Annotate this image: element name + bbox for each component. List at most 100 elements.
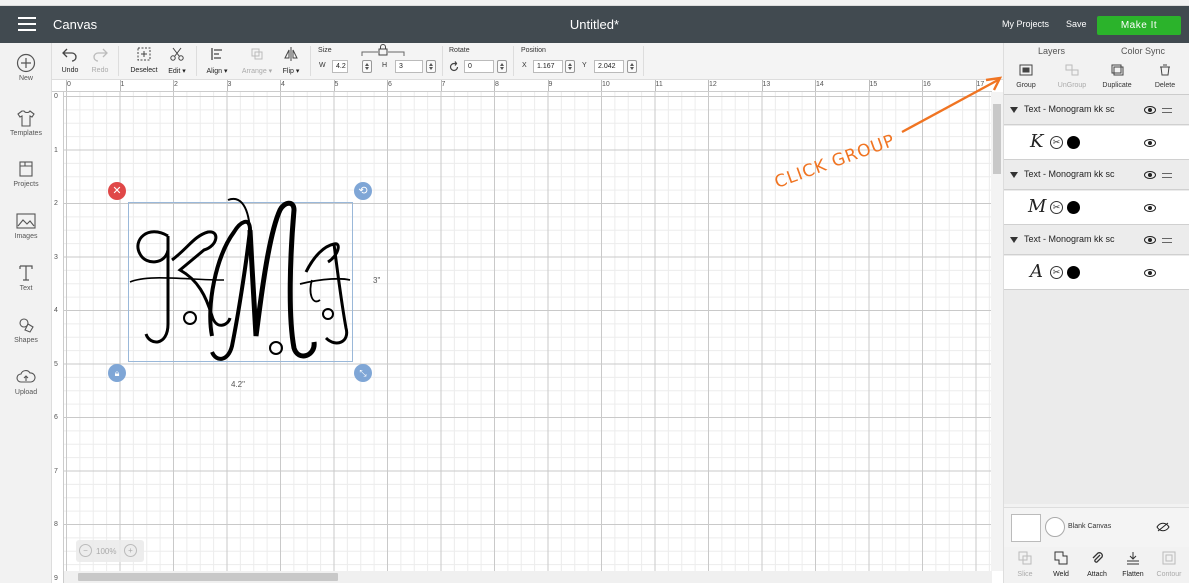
cut-icon[interactable]: ✂ — [1050, 136, 1063, 149]
sidebar-item-new[interactable]: New — [0, 53, 52, 82]
layer-row[interactable]: A ✂ — [1004, 256, 1189, 290]
ruler-tick — [708, 80, 709, 91]
drag-handle-icon[interactable] — [1162, 108, 1172, 113]
canvas-toggle[interactable] — [1045, 517, 1065, 537]
eye-icon[interactable] — [1144, 139, 1156, 147]
group-label: Group — [1016, 82, 1036, 89]
flatten-icon — [1127, 552, 1139, 565]
contour-icon — [1162, 551, 1176, 565]
cut-icon[interactable]: ✂ — [1050, 201, 1063, 214]
duplicate-button[interactable]: Duplicate — [1097, 63, 1137, 89]
height-stepper[interactable] — [426, 60, 436, 73]
sidebar-item-text[interactable]: Text — [0, 263, 52, 292]
app-window: Canvas Untitled* My Projects Save Make I… — [0, 0, 1189, 583]
eye-icon[interactable] — [1144, 236, 1156, 244]
design-canvas[interactable]: ✕ ⟲ 🔒︎ ⤡ 4.2" 3" CLICK GROUP — [64, 92, 992, 571]
ruler-tick — [815, 80, 816, 91]
eye-icon[interactable] — [1144, 171, 1156, 179]
height-input[interactable]: 3 — [395, 60, 423, 73]
delete-button[interactable]: Delete — [1145, 63, 1185, 89]
flatten-button[interactable]: Flatten — [1117, 551, 1149, 578]
eye-icon[interactable] — [1144, 269, 1156, 277]
sidebar-item-projects[interactable]: Projects — [0, 159, 52, 188]
redo-button[interactable]: Redo — [88, 46, 112, 74]
lock-aspect-icon[interactable] — [360, 43, 406, 57]
vertical-scrollbar[interactable] — [991, 92, 1003, 571]
width-input[interactable]: 4.2 — [332, 60, 348, 73]
lock-handle[interactable]: 🔒︎ — [108, 364, 126, 382]
layer-group-header[interactable]: Text - Monogram kk sc — [1004, 225, 1189, 255]
scroll-thumb[interactable] — [78, 573, 338, 581]
layer-group-header[interactable]: Text - Monogram kk sc — [1004, 95, 1189, 125]
tab-layers[interactable]: Layers — [1038, 46, 1065, 56]
ruler-number: 10 — [602, 81, 610, 88]
canvas-color-swatch[interactable] — [1011, 514, 1041, 542]
cut-icon[interactable]: ✂ — [1050, 266, 1063, 279]
zoom-in-button[interactable]: + — [124, 544, 137, 557]
layer-group-header[interactable]: Text - Monogram kk sc — [1004, 160, 1189, 190]
rotate-stepper[interactable] — [497, 60, 507, 73]
sidebar-item-images[interactable]: Images — [0, 211, 52, 240]
collapse-caret-icon[interactable] — [1010, 172, 1018, 178]
ruler-tick — [333, 80, 335, 91]
sidebar-item-templates[interactable]: Templates — [0, 108, 52, 137]
color-swatch[interactable] — [1067, 136, 1080, 149]
drag-handle-icon[interactable] — [1162, 173, 1172, 178]
left-sidebar: New Templates Projects Images Text Shape… — [0, 43, 52, 583]
sidebar-item-upload[interactable]: Upload — [0, 367, 52, 396]
ruler-tick — [226, 80, 228, 91]
width-label: W — [319, 62, 326, 69]
sidebar-item-shapes[interactable]: Shapes — [0, 315, 52, 344]
eye-icon[interactable] — [1144, 106, 1156, 114]
edit-menu[interactable]: Edit ▾ — [164, 46, 190, 75]
eye-hidden-icon[interactable] — [1156, 522, 1170, 532]
contour-label: Contour — [1156, 571, 1182, 578]
contour-button[interactable]: Contour — [1153, 551, 1185, 578]
group-button[interactable]: Group — [1006, 63, 1046, 89]
rotate-input[interactable]: 0 — [464, 60, 494, 73]
ruler-number: 5 — [334, 81, 339, 88]
color-swatch[interactable] — [1067, 266, 1080, 279]
tab-color-sync[interactable]: Color Sync — [1121, 46, 1165, 56]
flip-menu[interactable]: Flip ▾ — [278, 46, 304, 75]
ruler-tick — [173, 80, 174, 91]
x-input[interactable]: 1.167 — [533, 60, 563, 73]
ungroup-button[interactable]: UnGroup — [1052, 63, 1092, 89]
arrange-menu[interactable]: Arrange ▾ — [236, 46, 278, 75]
slice-button[interactable]: Slice — [1009, 551, 1041, 578]
menu-icon[interactable] — [18, 17, 36, 31]
save-link[interactable]: Save — [1066, 19, 1087, 29]
collapse-caret-icon[interactable] — [1010, 237, 1018, 243]
collapse-caret-icon[interactable] — [1010, 107, 1018, 113]
rotate-handle[interactable]: ⟲ — [354, 182, 372, 200]
eye-icon[interactable] — [1144, 204, 1156, 212]
ungroup-label: UnGroup — [1057, 82, 1087, 89]
x-stepper[interactable] — [565, 60, 575, 73]
drag-handle-icon[interactable] — [1162, 238, 1172, 243]
trash-icon — [1160, 64, 1170, 76]
horizontal-scrollbar[interactable] — [64, 571, 992, 583]
my-projects-link[interactable]: My Projects — [1002, 19, 1049, 29]
layer-row[interactable]: M ✂ — [1004, 191, 1189, 225]
width-stepper[interactable] — [362, 60, 372, 73]
make-it-button[interactable]: Make It — [1097, 16, 1181, 35]
deselect-button[interactable]: Deselect — [126, 46, 162, 74]
monogram-graphic[interactable] — [128, 196, 353, 368]
blank-canvas-row[interactable]: Blank Canvas — [1004, 507, 1189, 547]
scroll-thumb[interactable] — [993, 104, 1001, 174]
y-label: Y — [582, 62, 587, 69]
align-menu[interactable]: Align ▾ — [200, 46, 234, 75]
zoom-out-button[interactable]: − — [79, 544, 92, 557]
attach-button[interactable]: Attach — [1081, 551, 1113, 578]
delete-handle[interactable]: ✕ — [108, 182, 126, 200]
position-heading: Position — [521, 47, 546, 54]
color-swatch[interactable] — [1067, 201, 1080, 214]
y-input[interactable]: 2.042 — [594, 60, 624, 73]
rotate-heading: Rotate — [449, 47, 470, 54]
ruler-number: 14 — [816, 81, 824, 88]
resize-handle[interactable]: ⤡ — [354, 364, 372, 382]
undo-button[interactable]: Undo — [58, 46, 82, 74]
layer-row[interactable]: K ✂ — [1004, 126, 1189, 160]
weld-button[interactable]: Weld — [1045, 551, 1077, 578]
y-stepper[interactable] — [627, 60, 637, 73]
